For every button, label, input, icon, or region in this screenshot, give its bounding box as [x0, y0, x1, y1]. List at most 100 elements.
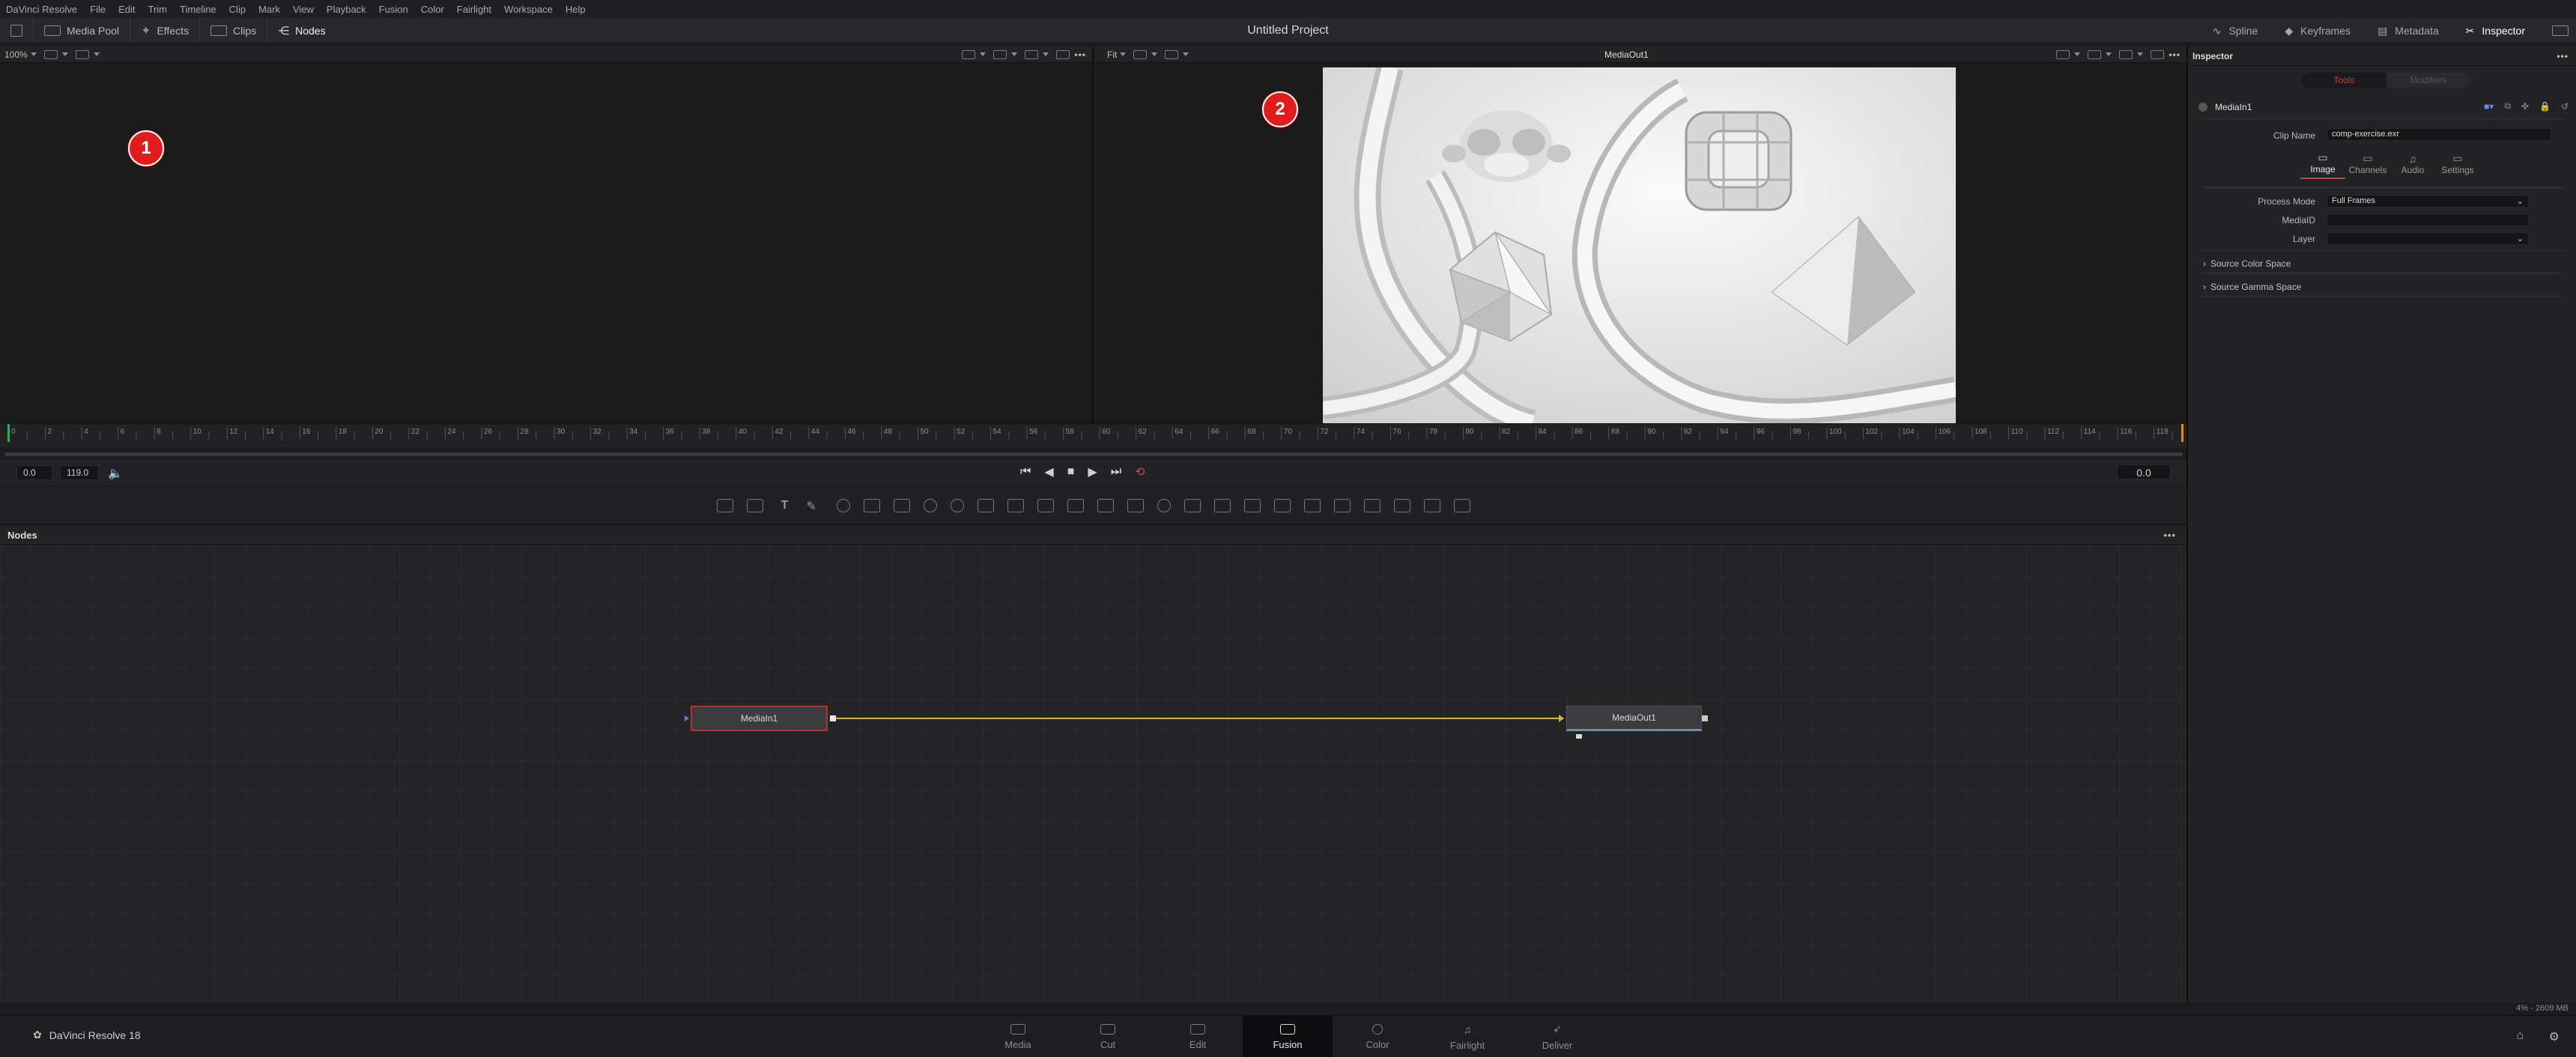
single-view-icon[interactable] [2151, 49, 2165, 59]
page-tab-fairlight[interactable]: ♫ Fairlight [1422, 1016, 1512, 1057]
play-reverse-icon[interactable]: ◀ [1044, 464, 1053, 479]
menu-help[interactable]: Help [566, 4, 586, 15]
polygon-mask-icon[interactable] [1184, 498, 1201, 512]
page-tab-color[interactable]: Color [1333, 1016, 1422, 1057]
light-3d-icon[interactable] [1423, 498, 1440, 512]
subtab-image[interactable]: ▭ Image [2300, 151, 2345, 179]
lut-icon[interactable] [2088, 49, 2102, 59]
menu-edit[interactable]: Edit [118, 4, 135, 15]
lut-icon[interactable] [993, 49, 1007, 59]
menu-workspace[interactable]: Workspace [504, 4, 553, 15]
page-tab-fusion[interactable]: Fusion [1243, 1016, 1333, 1057]
view-options-icon[interactable] [1133, 49, 1148, 59]
menu-mark[interactable]: Mark [258, 4, 280, 15]
node-mediaout1[interactable]: MediaOut1 [1566, 706, 1702, 731]
mediaid-field[interactable] [2327, 213, 2529, 226]
camera-3d-icon[interactable] [1393, 498, 1410, 512]
renderer-3d-icon[interactable] [1453, 498, 1470, 512]
inspector-button[interactable]: ✂ Inspector [2452, 18, 2539, 43]
roi-icon[interactable] [2056, 49, 2070, 59]
particles-tool-icon[interactable] [836, 498, 850, 512]
spline-button[interactable]: ∿ Spline [2199, 18, 2272, 43]
image-plane-tool-icon[interactable] [746, 498, 763, 512]
color-corrector-icon[interactable] [923, 498, 937, 512]
tab-modifiers[interactable]: Modifiers [2386, 73, 2470, 88]
crop-tool-icon[interactable] [1097, 498, 1114, 512]
menu-view[interactable]: View [293, 4, 314, 15]
display-options-icon[interactable] [75, 49, 89, 59]
rectangle-mask-icon[interactable] [1127, 498, 1144, 512]
playhead[interactable] [7, 424, 10, 442]
brightness-tool-icon[interactable] [950, 498, 964, 512]
render-end-field[interactable]: 119.0 [60, 465, 99, 480]
subtab-channels[interactable]: ▭ Channels [2345, 152, 2390, 178]
source-gamma-space-section[interactable]: › Source Gamma Space [2203, 282, 2301, 292]
bspline-mask-icon[interactable] [1213, 498, 1231, 512]
layer-select[interactable]: ⌄ [2327, 232, 2529, 245]
paint-tool-icon[interactable]: ✎ [807, 499, 823, 513]
emitter-tool-icon[interactable] [863, 498, 880, 512]
channel-icon[interactable] [1025, 49, 1039, 59]
merge-3d-icon[interactable] [1363, 498, 1381, 512]
reset-icon[interactable]: ↺ [2561, 101, 2569, 112]
menu-color[interactable]: Color [421, 4, 444, 15]
shape-3d-icon[interactable] [1303, 498, 1321, 512]
nodes-more-options-icon[interactable]: ••• [2163, 530, 2176, 541]
transform-tool-icon[interactable] [1037, 498, 1054, 512]
menu-app[interactable]: DaVinci Resolve [6, 4, 77, 15]
node-output-port[interactable] [830, 715, 836, 721]
page-tab-cut[interactable]: Cut [1063, 1016, 1153, 1057]
matte-control-icon[interactable] [1007, 498, 1024, 512]
planar-tracker-icon[interactable] [1273, 498, 1291, 512]
source-color-space-section[interactable]: › Source Color Space [2203, 258, 2291, 269]
home-icon[interactable]: ⌂ [2516, 1029, 2524, 1043]
view-options-icon[interactable] [43, 49, 58, 59]
node-connection[interactable] [833, 718, 1561, 719]
ellipse-mask-icon[interactable] [1157, 498, 1171, 512]
channel-icon[interactable] [2119, 49, 2133, 59]
render-start-field[interactable]: 0.0 [16, 465, 52, 480]
metadata-button[interactable]: ▤ Metadata [2364, 18, 2452, 43]
node-graph[interactable] [0, 545, 2186, 1002]
audio-icon[interactable]: 🔈 [108, 466, 123, 481]
timeline-ruler[interactable]: 0 2 4 6 8 10 12 14 16 18 20 22 24 26 28 30 32 34 36 38 40 42 4… [0, 423, 2186, 447]
menu-file[interactable]: File [90, 4, 106, 15]
process-mode-select[interactable]: Full Frames ⌄ [2327, 195, 2529, 208]
menu-clip[interactable]: Clip [229, 4, 246, 15]
menu-playback[interactable]: Playback [327, 4, 366, 15]
viewer-right-zoom[interactable]: Fit [1107, 49, 1117, 60]
page-tab-media[interactable]: Media [973, 1016, 1063, 1057]
roi-icon[interactable] [962, 49, 976, 59]
lock-icon[interactable]: 🔒 [2539, 101, 2551, 112]
tracker-tool-icon[interactable] [1243, 498, 1261, 512]
page-tab-deliver[interactable]: ➶ Deliver [1512, 1016, 1602, 1057]
current-frame-field[interactable]: 0.0 [2117, 464, 2171, 479]
timeline-scrubber[interactable] [4, 452, 2183, 456]
background-tool-icon[interactable] [716, 498, 733, 512]
subtab-settings[interactable]: ▭ Settings [2435, 152, 2480, 178]
node-input-port[interactable] [1559, 715, 1564, 722]
go-to-start-icon[interactable]: ⏮ [1020, 465, 1031, 479]
gear-icon[interactable]: ⚙ [2549, 1029, 2560, 1044]
node-mediain1[interactable]: MediaIn1 [691, 706, 828, 731]
viewer-left[interactable]: 100% ••• [0, 46, 1094, 423]
merge-tool-icon[interactable] [977, 498, 994, 512]
node-enable-toggle[interactable] [2198, 103, 2207, 112]
menu-fairlight[interactable]: Fairlight [457, 4, 491, 15]
tab-tools[interactable]: Tools [2302, 73, 2386, 88]
menu-trim[interactable]: Trim [148, 4, 168, 15]
single-view-icon[interactable] [1056, 49, 1070, 59]
node-color-icon[interactable]: ■▾ [2484, 101, 2494, 112]
inspector-more-options-icon[interactable]: ••• [2557, 51, 2569, 61]
stop-icon[interactable]: ■ [1067, 465, 1075, 479]
node-output-port[interactable] [1702, 715, 1708, 721]
menu-fusion[interactable]: Fusion [379, 4, 408, 15]
more-options-icon[interactable]: ••• [1074, 49, 1086, 60]
page-tab-edit[interactable]: Edit [1153, 1016, 1243, 1057]
more-options-icon[interactable]: ••• [2169, 49, 2180, 60]
fullscreen-button[interactable] [2539, 18, 2576, 43]
blur-tool-icon[interactable] [893, 498, 910, 512]
viewer-left-zoom[interactable]: 100% [4, 49, 28, 60]
end-marker[interactable] [2181, 424, 2183, 442]
versions-icon[interactable]: ⧉ [2504, 100, 2511, 112]
